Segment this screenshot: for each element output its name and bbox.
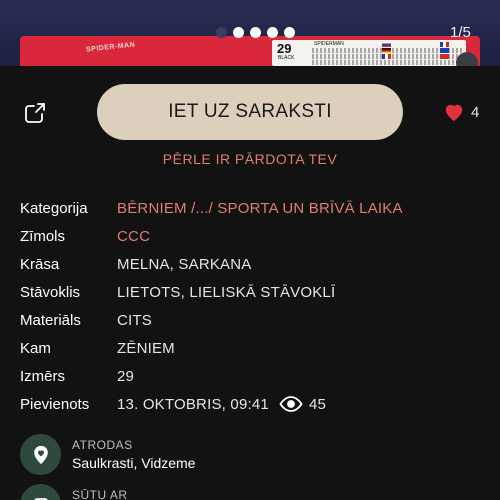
pagination-dot[interactable]	[250, 27, 261, 38]
detail-value: CITS	[117, 311, 152, 329]
gallery-page-counter: 1/5	[450, 24, 471, 41]
box-size-text: 29	[277, 41, 292, 56]
share-icon	[25, 103, 45, 123]
detail-label: Materiāls	[20, 311, 81, 329]
pagination-dot[interactable]	[233, 27, 244, 38]
package-icon	[33, 497, 48, 500]
category-link[interactable]: BĒRNIEM /.../ SPORTA UN BRĪVĀ LAIKA	[117, 200, 403, 217]
shipping-label: SŪTU AR	[72, 488, 128, 500]
gallery-pagination-dots[interactable]	[216, 27, 295, 38]
view-count: 45	[279, 395, 326, 413]
go-to-list-button[interactable]: IET UZ SARAKSTI	[97, 84, 403, 140]
detail-row-brand: Zīmols CCC	[20, 225, 490, 247]
view-count-value: 45	[308, 395, 327, 413]
detail-label: Kam	[20, 339, 51, 357]
detail-value: ZĒNIEM	[117, 339, 175, 357]
pagination-dot[interactable]	[267, 27, 278, 38]
brand-link[interactable]: CCC	[117, 228, 150, 245]
box-size-table: SPIDERMAN	[312, 41, 464, 66]
location-label: ATRODAS	[72, 438, 133, 452]
detail-value: LIETOTS, LIELISKĀ STĀVOKLĪ	[117, 283, 336, 301]
location-pin-icon	[33, 445, 48, 464]
detail-row-for-whom: Kam ZĒNIEM	[20, 337, 490, 359]
sold-status-note: PĒRLE IR PĀRDOTA TEV	[162, 151, 338, 167]
location-value: Saulkrasti, Vidzeme	[72, 455, 196, 471]
detail-row-size: Izmērs 29	[20, 365, 490, 387]
shipping-badge	[20, 484, 61, 500]
pagination-dot[interactable]	[284, 27, 295, 38]
like-button[interactable]: 4	[443, 102, 479, 122]
shipping-section: SŪTU AR	[20, 484, 128, 500]
detail-row-added: Pievienots 13. OKTOBRIS, 09:41 45	[20, 393, 490, 415]
like-count: 4	[471, 103, 480, 121]
detail-value: 29	[117, 367, 135, 385]
box-model-text: SPIDERMAN	[314, 41, 344, 47]
share-button[interactable]	[22, 100, 48, 126]
detail-label: Zīmols	[20, 227, 65, 245]
detail-label: Krāsa	[20, 255, 60, 273]
detail-label: Pievienots	[20, 395, 90, 413]
location-badge	[20, 434, 61, 475]
pagination-dot[interactable]	[216, 27, 227, 38]
product-image-gallery[interactable]: SPIDER-MAN 29 BLACK SPIDERMAN 1/5	[0, 0, 500, 66]
heart-icon	[445, 104, 463, 122]
detail-label: Stāvoklis	[20, 283, 81, 301]
detail-value: MELNA, SARKANA	[117, 255, 252, 273]
detail-row-material: Materiāls CITS	[20, 309, 490, 331]
location-section: ATRODAS Saulkrasti, Vidzeme	[20, 434, 195, 475]
detail-row-color: Krāsa MELNA, SARKANA	[20, 253, 490, 275]
eye-icon	[279, 396, 303, 412]
detail-label: Izmērs	[20, 367, 65, 385]
detail-label: Kategorija	[20, 199, 88, 217]
detail-row-condition: Stāvoklis LIETOTS, LIELISKĀ STĀVOKLĪ	[20, 281, 490, 303]
detail-value: 13. OKTOBRIS, 09:41	[117, 395, 269, 413]
box-color-text: BLACK	[278, 55, 295, 61]
detail-row-category: Kategorija BĒRNIEM /.../ SPORTA UN BRĪVĀ…	[20, 197, 490, 219]
